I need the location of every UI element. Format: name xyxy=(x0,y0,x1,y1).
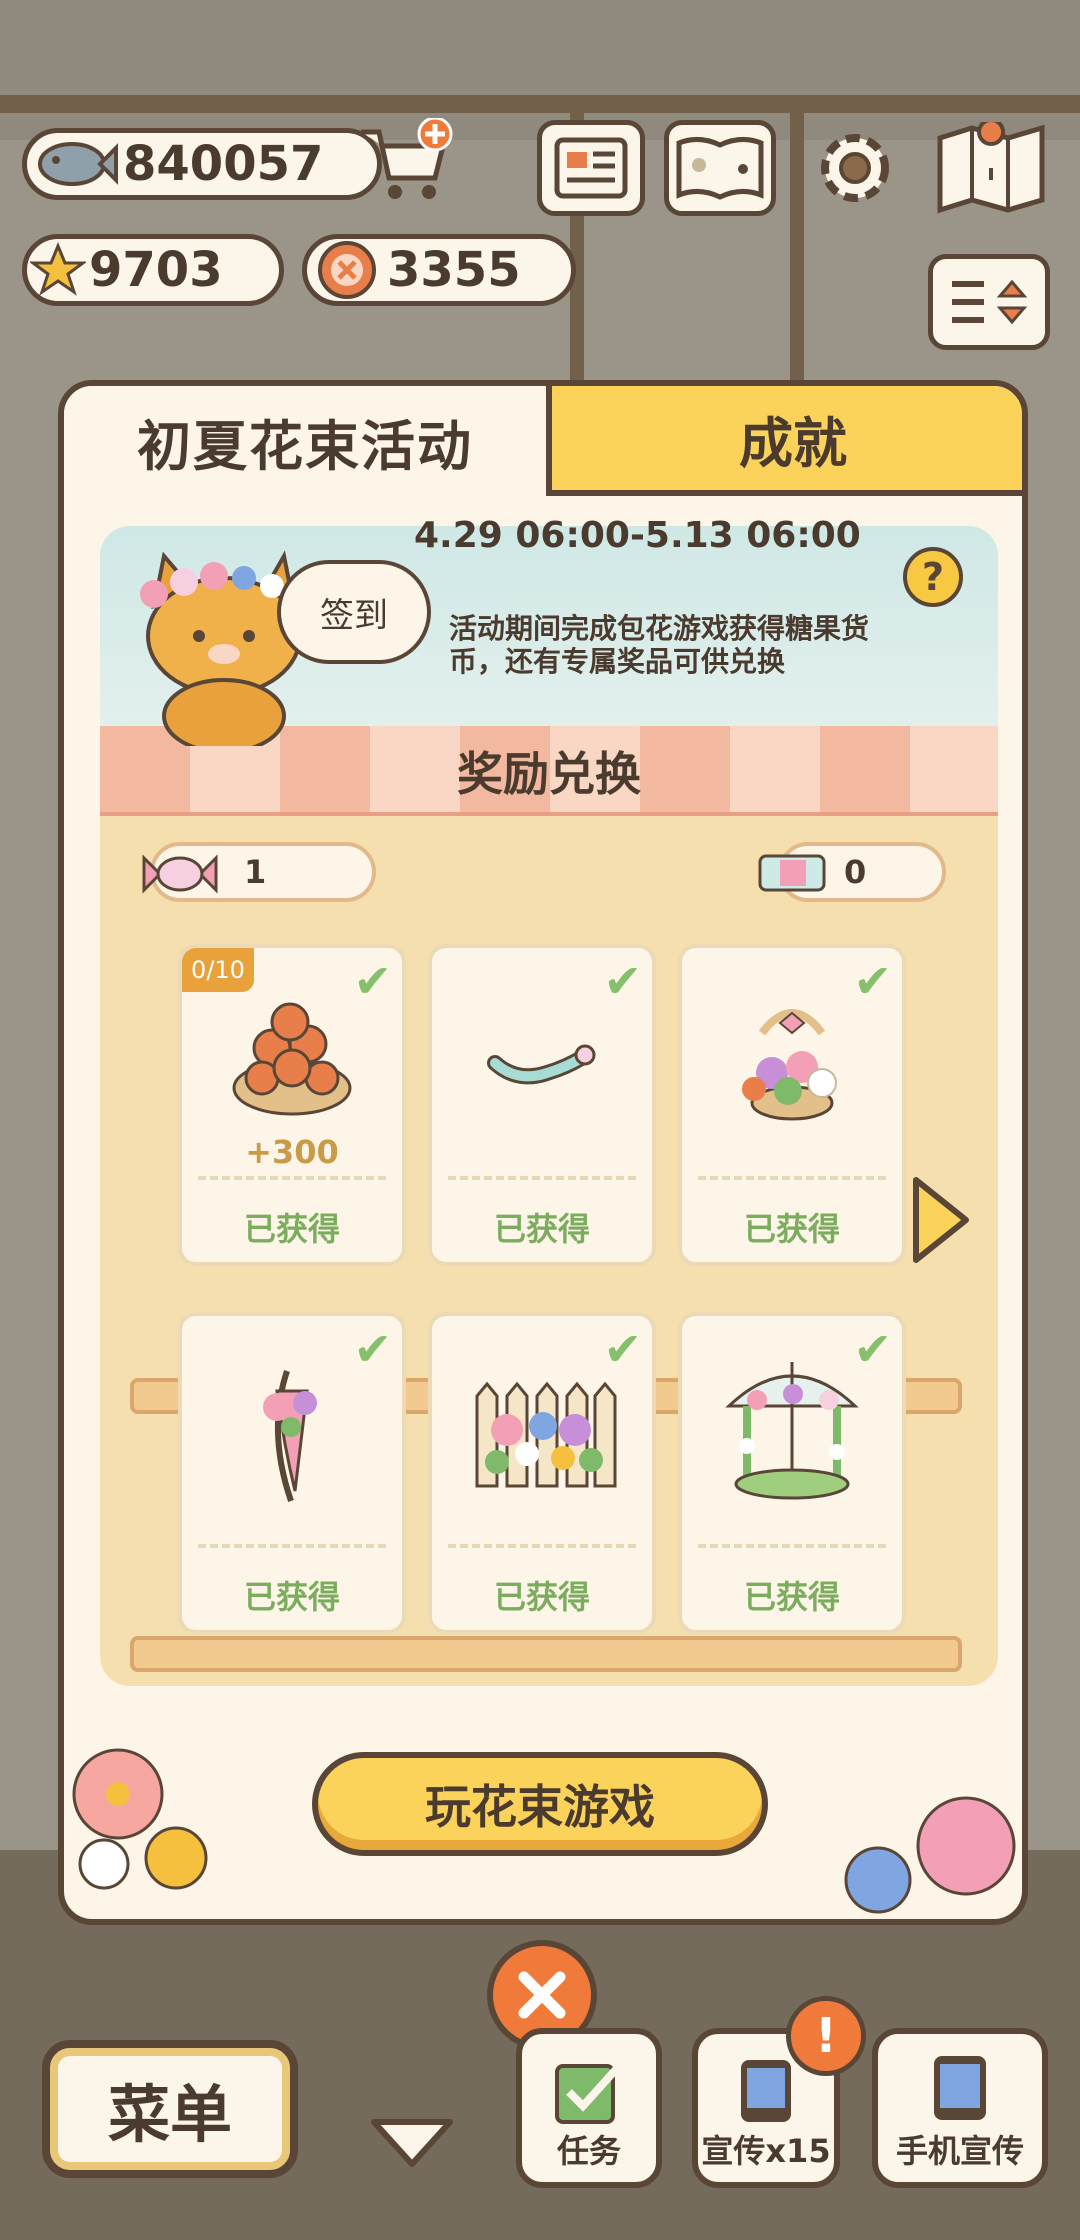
reward-card[interactable]: ✔ 已获得 xyxy=(428,1312,656,1634)
reward-status: 已获得 xyxy=(493,1578,590,1616)
flower-umbrella-icon xyxy=(182,1356,402,1506)
sort-icon xyxy=(952,279,1028,325)
collapse-arrow-icon[interactable] xyxy=(366,2112,458,2172)
phone-promote-label: 手机宣传 xyxy=(895,2132,1024,2170)
reward-amount: +300 xyxy=(245,1133,339,1171)
reward-status: 已获得 xyxy=(743,1578,840,1616)
button-count: 3355 xyxy=(387,242,521,298)
reward-card[interactable]: ✔ 已获得 xyxy=(678,944,906,1266)
event-description: 活动期间完成包花游戏获得糖果货币，还有专属奖品可供兑换 xyxy=(449,612,870,678)
newspaper-icon xyxy=(554,137,628,199)
flower-basket-icon xyxy=(682,988,902,1138)
reward-card[interactable]: 0/10 ✔ +300 已获得 xyxy=(178,944,406,1266)
play-button-label: 玩花束游戏 xyxy=(425,1780,655,1834)
flower-gazebo-icon xyxy=(682,1356,902,1506)
reward-card[interactable]: ✔ 已获得 xyxy=(178,1312,406,1634)
ribbon-icon xyxy=(432,988,652,1138)
card-divider xyxy=(698,1544,886,1548)
shop-cart-icon[interactable] xyxy=(355,118,455,208)
star-count: 9703 xyxy=(89,242,223,298)
paw-book-icon xyxy=(676,137,764,200)
help-button[interactable]: ? xyxy=(903,547,963,607)
reward-card[interactable]: ✔ 已获得 xyxy=(678,1312,906,1634)
next-page-arrow-icon[interactable] xyxy=(908,1172,974,1268)
tab-event[interactable]: 初夏花束活动 xyxy=(64,386,552,496)
card-divider xyxy=(448,1544,636,1548)
reward-status: 已获得 xyxy=(743,1210,840,1248)
card-divider xyxy=(698,1176,886,1180)
help-icon: ? xyxy=(921,555,945,599)
alert-icon: ! xyxy=(786,1996,866,2076)
sign-in-label: 签到 xyxy=(320,595,388,636)
flower-decoration xyxy=(64,1740,234,1910)
map-icon xyxy=(937,122,1045,214)
tasks-button[interactable]: 任务 xyxy=(516,2028,662,2188)
tasks-label: 任务 xyxy=(556,2132,621,2170)
menu-label: 菜单 xyxy=(107,2078,232,2151)
flower-decoration xyxy=(836,1776,1026,1926)
reward-card[interactable]: ✔ 已获得 xyxy=(428,944,656,1266)
progress-tag: 0/10 xyxy=(182,948,254,992)
phone-promo-icon xyxy=(934,2056,986,2120)
star-icon xyxy=(27,242,89,298)
tab-achievements[interactable]: 成就 xyxy=(552,386,1022,496)
phone-icon xyxy=(741,2060,791,2122)
reward-status: 已获得 xyxy=(243,1578,340,1616)
buttons-basket-icon xyxy=(182,988,402,1138)
newspaper-button[interactable] xyxy=(537,120,645,216)
sign-in-bubble[interactable]: 签到 xyxy=(277,560,431,664)
phone-promote-button[interactable]: 手机宣传 xyxy=(872,2028,1048,2188)
play-bouquet-game-button[interactable]: 玩花束游戏 xyxy=(312,1752,768,1856)
catalog-button[interactable] xyxy=(664,120,776,216)
ticket-counter: 0 xyxy=(758,842,946,902)
button-coin-icon xyxy=(307,238,387,302)
layout-toggle-button[interactable] xyxy=(928,254,1050,350)
gear-icon xyxy=(821,134,889,202)
fish-icon xyxy=(27,134,123,194)
event-date-range: 4.29 06:00-5.13 06:00 xyxy=(414,515,861,556)
shelf-bottom xyxy=(130,1636,962,1672)
candy-icon xyxy=(140,846,220,910)
ticket-icon xyxy=(756,848,828,906)
reward-status: 已获得 xyxy=(493,1210,590,1248)
card-divider xyxy=(198,1544,386,1548)
card-divider xyxy=(448,1176,636,1180)
checklist-icon xyxy=(555,2063,622,2124)
reward-status: 已获得 xyxy=(243,1210,340,1248)
flower-fence-icon xyxy=(432,1356,652,1506)
card-divider xyxy=(198,1176,386,1180)
promote-label: 宣传x15 xyxy=(701,2132,831,2170)
map-button[interactable] xyxy=(935,120,1047,216)
fish-currency: 840057 xyxy=(22,128,382,200)
candy-counter: 1 xyxy=(142,842,376,902)
menu-button[interactable]: 菜单 xyxy=(42,2040,298,2178)
fish-count: 840057 xyxy=(123,136,324,192)
close-icon xyxy=(518,1971,566,2019)
star-currency: 9703 xyxy=(22,234,284,306)
settings-button[interactable] xyxy=(808,120,902,216)
button-currency: 3355 xyxy=(302,234,576,306)
